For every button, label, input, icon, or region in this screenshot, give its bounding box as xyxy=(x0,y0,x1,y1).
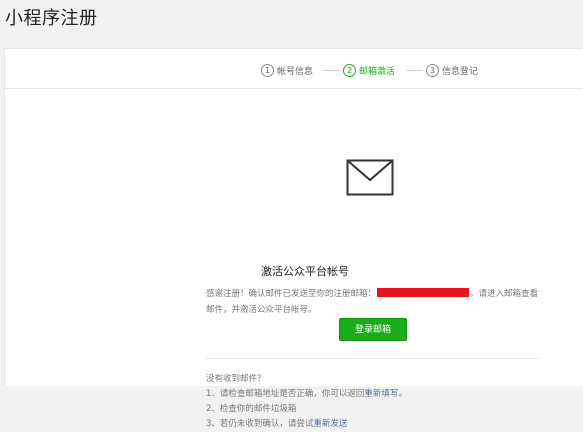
help-item-3-text: 3、若仍未收到确认，请尝试 xyxy=(206,419,314,429)
resend-link[interactable]: 重新发送 xyxy=(313,419,347,429)
step-connector xyxy=(323,70,340,71)
help-item-2: 2、检查你的邮件垃圾箱 xyxy=(206,404,297,414)
mail-envelope-icon xyxy=(346,159,394,196)
help-item-1: 1、请检查邮箱地址是否正确，你可以返回重新填写。 xyxy=(206,387,546,402)
refill-link[interactable]: 重新填写 xyxy=(364,389,398,399)
page-title: 小程序注册 xyxy=(5,8,98,29)
login-email-button[interactable]: 登录邮箱 xyxy=(339,318,407,341)
step-info-registration: 3 信息登记 xyxy=(426,63,478,77)
registration-card: 1 帐号信息 2 邮箱激活 3 信息登记 激活公众平台帐号 感谢注册！确认邮件已… xyxy=(4,48,583,429)
help-item-1-text: 1、请检查邮箱地址是否正确，你可以返回 xyxy=(206,389,365,399)
step-number-2: 2 xyxy=(343,63,356,77)
step-number-3: 3 xyxy=(426,63,439,77)
step-number-1: 1 xyxy=(261,63,274,77)
step-connector xyxy=(406,70,423,71)
divider xyxy=(206,358,541,359)
help-item-3: 3、若仍未收到确认，请尝试重新发送 xyxy=(206,417,546,432)
step-account-info: 1 帐号信息 xyxy=(261,63,313,77)
step-label-info-registration: 信息登记 xyxy=(442,66,479,77)
activation-heading: 激活公众平台帐号 xyxy=(261,265,349,278)
help-section: 没有收到邮件？ 1、请检查邮箱地址是否正确，你可以返回重新填写。 2、检查你的邮… xyxy=(206,372,546,432)
step-email-activation: 2 邮箱激活 xyxy=(343,63,395,77)
message-prefix: 感谢注册！确认邮件已发送至你的注册邮箱： xyxy=(206,289,377,299)
confirmation-message: 感谢注册！确认邮件已发送至你的注册邮箱： 。请进入邮箱查看邮件，并激活公众平台帐号… xyxy=(206,286,541,318)
step-indicator: 1 帐号信息 2 邮箱激活 3 信息登记 xyxy=(5,49,583,89)
step-label-account-info: 帐号信息 xyxy=(277,66,314,77)
help-item-1-end: 。 xyxy=(398,389,407,399)
redacted-email xyxy=(377,288,470,297)
step-label-email-activation: 邮箱激活 xyxy=(359,66,396,77)
